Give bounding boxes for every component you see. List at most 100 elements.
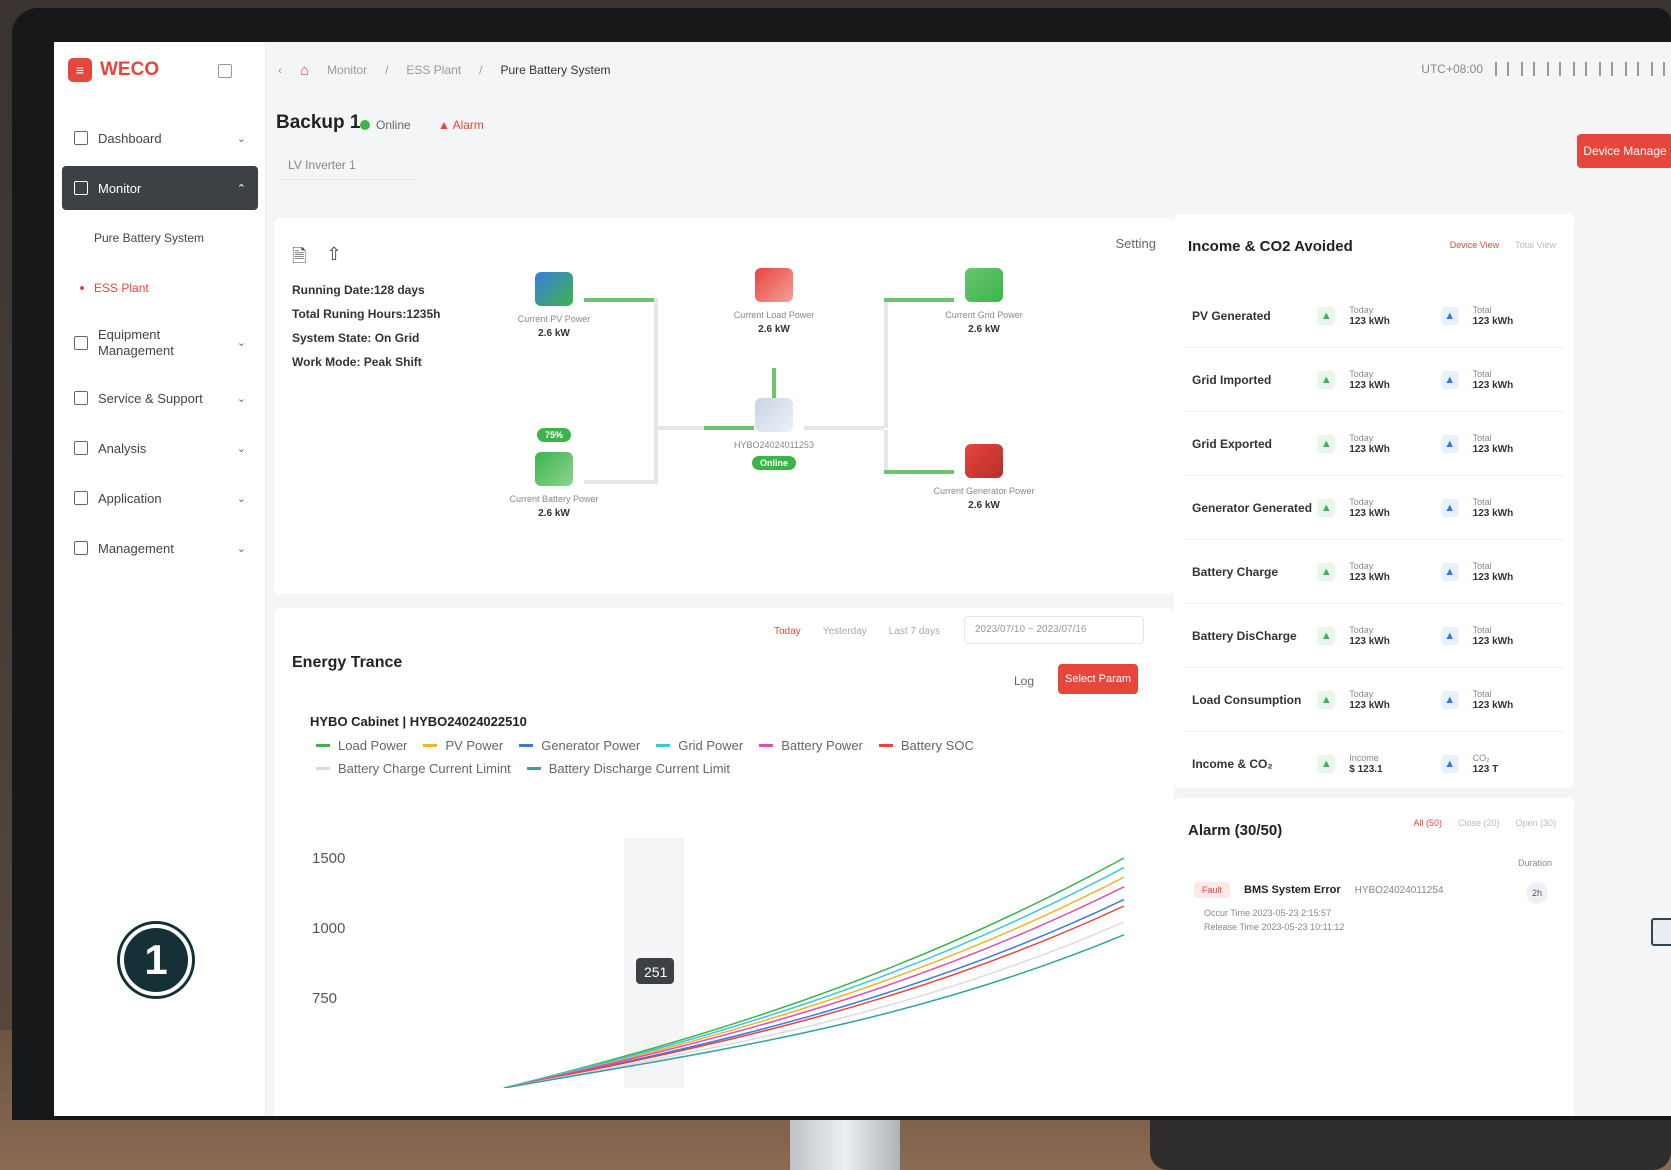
- breadcrumb-separator: /: [385, 63, 389, 77]
- cabinet-name: HYBO Cabinet: [310, 714, 399, 729]
- timezone-select[interactable]: UTC+08:00: [1421, 62, 1483, 76]
- back-icon[interactable]: ‹: [278, 63, 282, 77]
- legend-item[interactable]: Battery Power: [759, 738, 863, 753]
- legend-label: PV Power: [445, 738, 504, 753]
- log-toggle[interactable]: Log: [1014, 674, 1034, 688]
- today-cell: ▲ Today 123 kWh: [1317, 624, 1440, 648]
- inverter-select[interactable]: LV Inverter 1: [278, 150, 418, 180]
- alarm-row[interactable]: Fault BMS System Error HYBO24024011254: [1194, 882, 1443, 898]
- dashboard-icon: [74, 131, 88, 145]
- date-range-picker[interactable]: 2023/07/10 ~ 2023/07/16: [964, 616, 1144, 644]
- legend-item[interactable]: Battery SOC: [878, 738, 974, 753]
- legend-item[interactable]: Battery Discharge Current Limit: [526, 761, 730, 776]
- total-label: Total: [1472, 432, 1492, 443]
- total-value: 123 kWh: [1472, 507, 1514, 519]
- alarm-tabs: All (50) Close (20) Open (30): [1413, 818, 1556, 828]
- battery-soc: 75%: [494, 428, 614, 442]
- tab-total-view[interactable]: Total View: [1515, 240, 1556, 250]
- inverter-node[interactable]: HYBO24024011253 Online: [714, 398, 834, 470]
- grid-node[interactable]: Current Grid Power 2.6 kW: [924, 268, 1044, 335]
- tab-last-7-days[interactable]: Last 7 days: [889, 626, 940, 637]
- total-value: 123 kWh: [1472, 571, 1514, 583]
- total-cell: ▲ CO₂ 123 T: [1440, 752, 1564, 776]
- release-time: Release Time 2023-05-23 10:11:12: [1204, 922, 1345, 932]
- today-value: 123 kWh: [1349, 315, 1390, 327]
- tab-alarm-all[interactable]: All (50): [1413, 818, 1442, 828]
- logo: ≡ WECO: [68, 58, 159, 82]
- system-state: System State: On Grid: [292, 331, 420, 345]
- chart-legend: Load Power PV Power Generator Power Grid Po…: [316, 738, 1016, 776]
- tab-alarm-open[interactable]: Open (30): [1515, 818, 1556, 828]
- today-label: Today: [1349, 432, 1374, 443]
- sidebar-nav: Dashboard ⌄ Monitor ⌃ Pure Battery System …: [62, 116, 258, 576]
- today-cell: ▲ Today 123 kWh: [1317, 560, 1440, 584]
- income-row: Income & CO₂ ▲ Income $ 123.1 ▲ CO₂ 123 T: [1184, 732, 1564, 796]
- align-center-icon[interactable]: [1547, 62, 1561, 76]
- pv-node[interactable]: Current PV Power 2.6 kW: [494, 272, 614, 339]
- flow-icons: 🗎 ⇧: [292, 244, 342, 274]
- alarm-indicator[interactable]: ▲ Alarm: [438, 118, 484, 132]
- duration-header: Duration: [1517, 858, 1552, 868]
- legend-swatch: [759, 744, 774, 747]
- today-text: Today 123 kWh: [1349, 304, 1390, 328]
- battery-node[interactable]: 75% Current Battery Power 2.6 kW: [494, 428, 614, 519]
- sidebar-item-service-support[interactable]: Service & Support ⌄: [62, 376, 258, 420]
- legend-item[interactable]: Generator Power: [519, 738, 640, 753]
- tab-device-view[interactable]: Device View: [1450, 240, 1499, 250]
- breadcrumb-current: Pure Battery System: [500, 63, 611, 77]
- sidebar-item-analysis[interactable]: Analysis ⌄: [62, 426, 258, 470]
- breadcrumb-monitor[interactable]: Monitor: [327, 63, 367, 77]
- total-label: Total: [1472, 368, 1492, 379]
- sidebar-item-management[interactable]: Management ⌄: [62, 526, 258, 570]
- legend-item[interactable]: Load Power: [316, 738, 407, 753]
- tab-alarm-close[interactable]: Close (20): [1458, 818, 1500, 828]
- today-value: 123 kWh: [1349, 635, 1390, 647]
- sidebar-item-dashboard[interactable]: Dashboard ⌄: [62, 116, 258, 160]
- collapse-sidebar-icon[interactable]: [218, 64, 232, 78]
- grid-icon[interactable]: [1495, 62, 1509, 76]
- app-screen: ≡ WECO Dashboard ⌄ Monitor ⌃ Pure Battery …: [54, 42, 1671, 1116]
- align-right-icon[interactable]: [1573, 62, 1587, 76]
- total-cell: ▲ Total 123 kWh: [1440, 496, 1564, 520]
- total-stat-icon: ▲: [1440, 562, 1459, 581]
- generator-node[interactable]: Current Generator Power 2.6 kW: [924, 444, 1044, 511]
- align-middle-icon[interactable]: [1625, 62, 1639, 76]
- series-line: [503, 866, 1125, 1088]
- setting-link[interactable]: Setting: [1116, 236, 1156, 251]
- chevron-down-icon: ⌄: [236, 442, 246, 455]
- sidebar-item-monitor[interactable]: Monitor ⌃: [62, 166, 258, 210]
- income-row-label: PV Generated: [1192, 308, 1271, 323]
- sidebar-item-pure-battery-system[interactable]: Pure Battery System: [62, 216, 258, 260]
- upload-icon[interactable]: ⇧: [326, 244, 341, 274]
- report-icon[interactable]: 🗎: [292, 244, 306, 274]
- total-cell: ▲ Total 123 kWh: [1440, 560, 1564, 584]
- tab-today[interactable]: Today: [774, 626, 801, 637]
- total-stat-icon: ▲: [1440, 754, 1459, 773]
- income-row: Battery Charge ▲ Today 123 kWh ▲ Total 123 k…: [1184, 540, 1564, 604]
- sidebar-item-equipment-management[interactable]: Equipment Management ⌄: [62, 316, 258, 370]
- home-icon[interactable]: ⌂: [300, 62, 309, 79]
- select-param-button[interactable]: Select Param: [1058, 664, 1138, 694]
- generator-label: Current Generator Power: [933, 486, 1035, 496]
- house-icon: [755, 268, 793, 302]
- income-row: PV Generated ▲ Today 123 kWh ▲ Total 123 kWh: [1184, 284, 1564, 348]
- align-top-icon[interactable]: [1599, 62, 1613, 76]
- series-line: [503, 898, 1125, 1088]
- income-row: Load Consumption ▲ Today 123 kWh ▲ Total 123…: [1184, 668, 1564, 732]
- breadcrumb-ess-plant[interactable]: ESS Plant: [406, 63, 461, 77]
- align-bottom-icon[interactable]: [1651, 62, 1665, 76]
- alarm-name: BMS System Error: [1244, 884, 1341, 896]
- total-cell: ▲ Total 123 kWh: [1440, 624, 1564, 648]
- sidebar-item-application[interactable]: Application ⌄: [62, 476, 258, 520]
- load-node[interactable]: Current Load Power 2.6 kW: [714, 268, 834, 335]
- legend-item[interactable]: Grid Power: [656, 738, 743, 753]
- legend-item[interactable]: Battery Charge Current Limint: [316, 761, 511, 776]
- income-row: Grid Exported ▲ Today 123 kWh ▲ Total 123 kW…: [1184, 412, 1564, 476]
- sidebar-item-ess-plant[interactable]: ESS Plant: [62, 266, 258, 310]
- income-row-label: Load Consumption: [1192, 692, 1302, 707]
- legend-item[interactable]: PV Power: [423, 738, 503, 753]
- energy-line-chart[interactable]: 1500 1000 750 251: [304, 838, 1144, 1088]
- tab-yesterday[interactable]: Yesterday: [823, 626, 867, 637]
- device-manage-button[interactable]: Device Manage: [1577, 134, 1671, 168]
- align-left-icon[interactable]: [1521, 62, 1535, 76]
